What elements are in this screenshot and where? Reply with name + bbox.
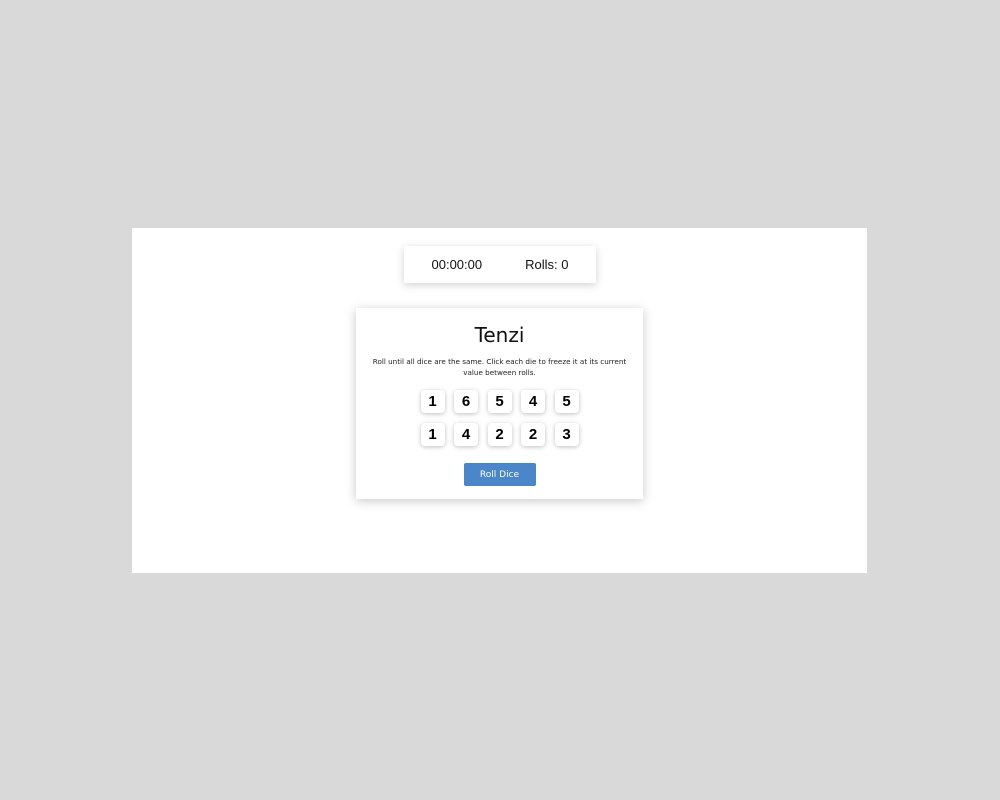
die[interactable]: 4 xyxy=(521,390,545,413)
game-card: Tenzi Roll until all dice are the same. … xyxy=(356,308,643,499)
rolls-counter: Rolls: 0 xyxy=(525,257,569,272)
die[interactable]: 2 xyxy=(487,423,512,446)
die[interactable]: 5 xyxy=(487,390,512,413)
roll-dice-button[interactable]: Roll Dice xyxy=(463,463,536,486)
game-instructions: Roll until all dice are the same. Click … xyxy=(372,357,627,377)
game-title: Tenzi xyxy=(474,323,525,347)
dice-grid: 1 6 5 4 5 1 4 2 2 3 xyxy=(420,390,580,446)
die[interactable]: 4 xyxy=(454,423,478,446)
die[interactable]: 6 xyxy=(454,390,478,413)
app-frame: 00:00:00 Rolls: 0 Tenzi Roll until all d… xyxy=(132,228,867,573)
stats-bar: 00:00:00 Rolls: 0 xyxy=(404,246,596,283)
die[interactable]: 2 xyxy=(521,423,545,446)
timer-display: 00:00:00 xyxy=(431,257,483,272)
die[interactable]: 1 xyxy=(420,390,445,413)
die[interactable]: 1 xyxy=(420,423,445,446)
die[interactable]: 3 xyxy=(554,423,579,446)
die[interactable]: 5 xyxy=(554,390,579,413)
